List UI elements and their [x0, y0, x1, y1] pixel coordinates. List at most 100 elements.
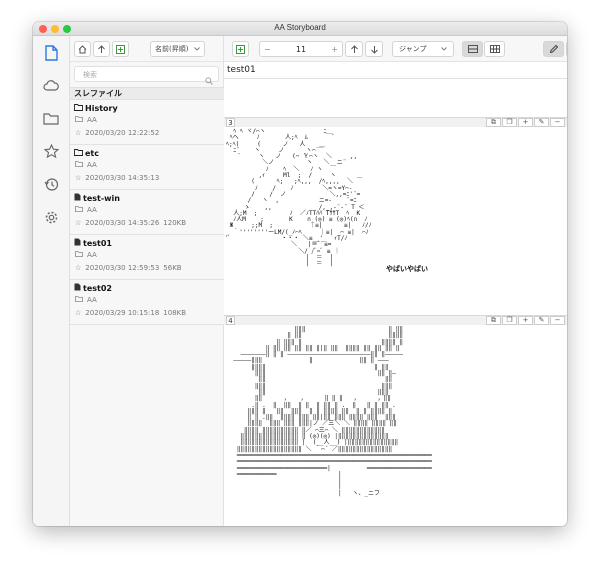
file-size: 108KB [163, 309, 187, 317]
plus-square-icon [116, 44, 125, 54]
rows-icon [467, 45, 478, 53]
remove-page-icon[interactable]: − [550, 118, 565, 127]
file-icon[interactable] [42, 44, 60, 62]
document-icon [74, 283, 81, 294]
up-button[interactable] [93, 41, 110, 57]
list-item[interactable]: History AA ☆ 2020/03/20 12:22:52 [70, 100, 224, 145]
editor-toolbar: − 11 + ジャンプ [224, 36, 567, 62]
document-title: test01 [224, 62, 567, 79]
file-name: test02 [83, 284, 112, 293]
folder-small-icon [75, 204, 83, 217]
insert-page-icon[interactable]: + [518, 316, 533, 325]
insert-page-icon[interactable]: + [518, 118, 533, 127]
edit-page-icon[interactable]: ✎ [534, 316, 549, 325]
star-icon[interactable]: ☆ [75, 127, 81, 140]
chevron-down-icon [441, 47, 447, 51]
edit-button[interactable] [543, 41, 564, 57]
duplicate-icon[interactable]: ❐ [502, 118, 517, 127]
page-tools: ⧉ ❐ + ✎ − [486, 118, 565, 127]
section-header: スレファイル [70, 87, 224, 100]
grid-icon [489, 45, 500, 53]
file-date: 2020/03/20 12:22:52 [85, 129, 160, 137]
speech-text: やばいやばい [386, 265, 428, 273]
arrow-down-icon [370, 45, 378, 54]
star-icon[interactable]: ☆ [75, 172, 81, 185]
move-down-button[interactable] [365, 41, 383, 57]
folder-small-icon [75, 249, 83, 262]
list-item[interactable]: etc AA ☆ 2020/03/30 14:35:13 [70, 145, 224, 190]
storyboard-page[interactable]: 4 ⧉ ❐ + ✎ − ‖‖‖ ‖ ‖‖ ‖ ‖‖ ‖‖‖‖ ‖ ‖‖‖ ‖ ‖… [224, 315, 567, 526]
star-icon[interactable] [42, 142, 60, 160]
folder-small-icon [75, 114, 83, 127]
remove-page-icon[interactable]: − [550, 316, 565, 325]
folder-small-icon [75, 294, 83, 307]
copy-icon[interactable]: ⧉ [486, 316, 501, 325]
file-category: AA [87, 251, 97, 259]
window-title: AA Storyboard [274, 23, 326, 32]
file-size: 56KB [163, 264, 182, 272]
pencil-icon [549, 44, 558, 54]
page-number-field[interactable]: 11 [296, 45, 306, 54]
arrow-up-icon [98, 44, 105, 53]
list-item[interactable]: test-win AA ☆ 2020/03/30 14:35:26 120KB [70, 190, 224, 235]
ascii-art: ﾍ ﾍ ヾ/⌒ヽ ﾆ ﾍヘ ﾉ 人;ﾍ ﾑ ￣ﾞ ﾍ;ﾍ( ( ノ 人 __ ﾆ… [226, 128, 372, 268]
minus-button[interactable]: − [264, 45, 271, 54]
file-date: 2020/03/29 10:15:18 [85, 309, 160, 317]
cloud-icon[interactable] [42, 77, 60, 95]
arrow-up-icon [350, 44, 358, 53]
folder-icon [74, 103, 83, 114]
document-icon [74, 238, 81, 249]
list-item[interactable]: test01 AA ☆ 2020/03/30 12:59:53 56KB [70, 235, 224, 280]
home-button[interactable] [74, 41, 91, 57]
file-name: test01 [83, 239, 112, 248]
page-header: 4 ⧉ ❐ + ✎ − [224, 316, 567, 325]
sort-select[interactable]: 名前(昇順) [150, 41, 205, 57]
file-list: History AA ☆ 2020/03/20 12:22:52 etc AA ☆… [70, 100, 224, 325]
title-bar: AA Storyboard [33, 22, 567, 36]
app-window: AA Storyboard 名前(昇順) 検索 スレファイル History A… [33, 22, 567, 526]
page-header: 3 ⧉ ❐ + ✎ − [224, 118, 567, 127]
sidebar-toolbar: 名前(昇順) [70, 36, 223, 62]
star-icon[interactable]: ☆ [75, 262, 81, 275]
file-category: AA [87, 206, 97, 214]
gear-icon[interactable] [42, 208, 60, 226]
list-item[interactable]: test02 AA ☆ 2020/03/29 10:15:18 108KB [70, 280, 224, 325]
sort-label: 名前(昇順) [155, 45, 189, 53]
editor-area: − 11 + ジャンプ test01 3 ⧉ ❐ + ✎ − ﾍ ﾍ ヾ/⌒ヽ … [224, 36, 567, 526]
home-icon [78, 44, 87, 53]
add-page-button[interactable] [232, 41, 249, 57]
file-name: test-win [83, 194, 120, 203]
single-column-view-button[interactable] [462, 41, 483, 57]
jump-select[interactable]: ジャンプ [392, 41, 454, 57]
file-name: etc [85, 149, 99, 158]
file-date: 2020/03/30 14:35:13 [85, 174, 160, 182]
jump-label: ジャンプ [399, 45, 427, 53]
grid-view-button[interactable] [484, 41, 505, 57]
copy-icon[interactable]: ⧉ [486, 118, 501, 127]
ascii-art: ‖‖‖ ‖ ‖‖ ‖ ‖‖ ‖‖‖‖ ‖ ‖‖‖ ‖ ‖‖‖‖ ‖ ‖ ‖‖ ‖… [233, 326, 432, 497]
star-icon[interactable]: ☆ [75, 307, 81, 320]
storyboard-page[interactable]: 3 ⧉ ❐ + ✎ − ﾍ ﾍ ヾ/⌒ヽ ﾆ ﾍヘ ﾉ 人;ﾍ ﾑ ￣ﾞ ﾍ;ﾍ… [224, 117, 567, 315]
duplicate-icon[interactable]: ❐ [502, 316, 517, 325]
activity-bar [33, 36, 70, 526]
edit-page-icon[interactable]: ✎ [534, 118, 549, 127]
delete-button[interactable] [566, 41, 567, 57]
file-date: 2020/03/30 12:59:53 [85, 264, 160, 272]
page-stepper[interactable]: − 11 + [259, 41, 343, 57]
document-icon [74, 193, 81, 204]
move-up-button[interactable] [345, 41, 363, 57]
folder-icon[interactable] [42, 109, 60, 127]
star-icon[interactable]: ☆ [75, 217, 81, 230]
search-placeholder: 検索 [83, 71, 97, 79]
page-number: 3 [226, 118, 235, 127]
page-number: 4 [226, 316, 235, 325]
chevron-down-icon [194, 47, 200, 51]
file-category: AA [87, 296, 97, 304]
add-file-button[interactable] [112, 41, 129, 57]
history-icon[interactable] [42, 175, 60, 193]
plus-square-icon [236, 44, 245, 54]
file-sidebar: 名前(昇順) 検索 スレファイル History AA ☆ 2020/03/20 … [70, 36, 224, 526]
search-input[interactable]: 検索 [74, 66, 219, 85]
folder-small-icon [75, 159, 83, 172]
plus-button[interactable]: + [331, 45, 338, 54]
